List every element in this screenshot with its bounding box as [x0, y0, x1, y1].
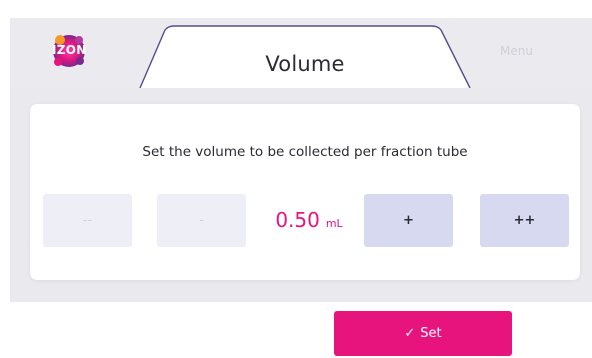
tab-title: Volume: [265, 52, 345, 76]
decrease-large-label: --: [82, 213, 93, 228]
decrease-button[interactable]: -: [157, 194, 246, 247]
set-label: Set: [420, 326, 442, 341]
menu-link[interactable]: Menu: [500, 44, 533, 58]
decrease-label: -: [199, 213, 204, 228]
volume-readout: 0.50 mL: [254, 208, 364, 232]
logo-text: IZON: [52, 43, 87, 57]
increase-large-button[interactable]: ++: [480, 194, 569, 247]
increase-large-label: ++: [513, 213, 536, 228]
volume-unit: mL: [325, 217, 343, 230]
volume-prompt: Set the volume to be collected per fract…: [142, 144, 468, 160]
check-icon: ✓: [404, 326, 416, 341]
increase-button[interactable]: +: [364, 194, 453, 247]
volume-value: 0.50: [275, 208, 320, 232]
izon-logo: IZON: [46, 28, 92, 74]
set-button[interactable]: ✓ Set: [334, 311, 512, 356]
volume-card: [30, 104, 580, 280]
decrease-large-button[interactable]: --: [43, 194, 132, 247]
increase-label: +: [403, 213, 414, 228]
